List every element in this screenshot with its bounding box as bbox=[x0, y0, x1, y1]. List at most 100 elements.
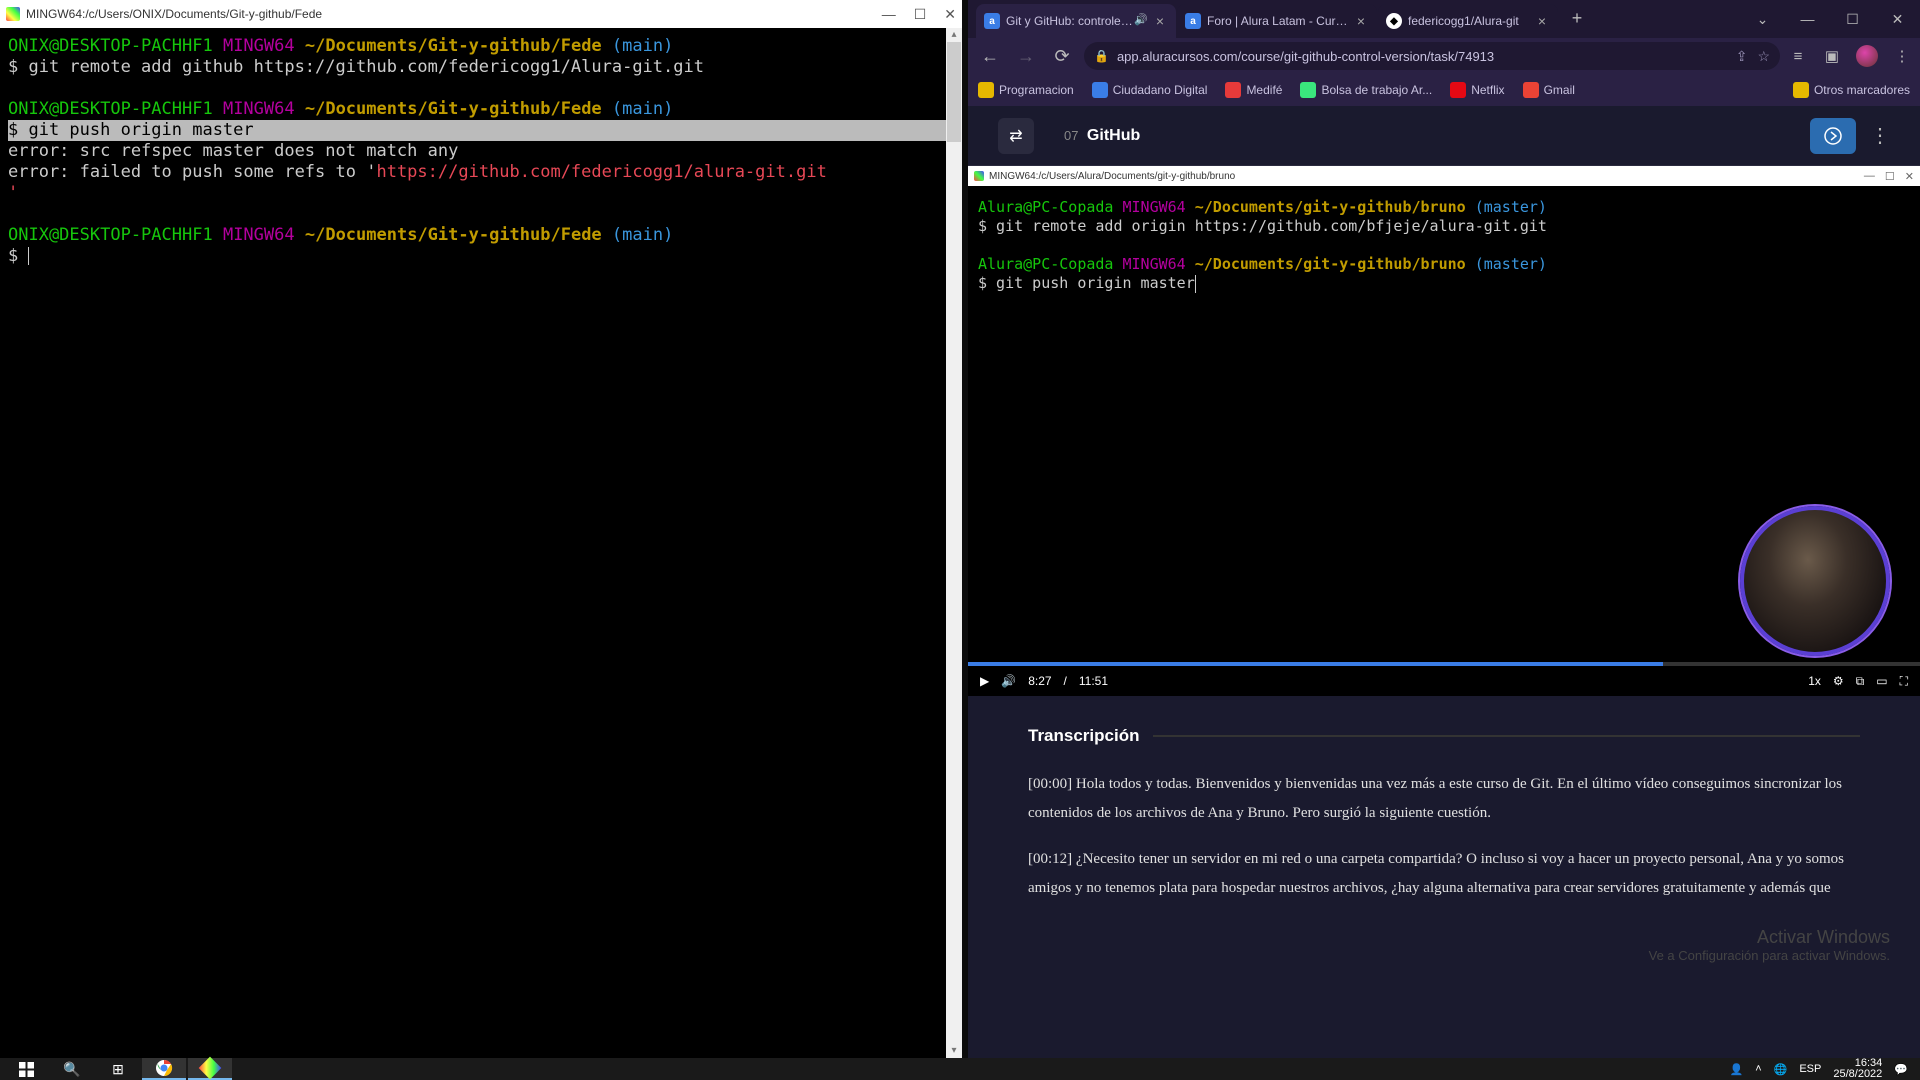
watermark-title: Activar Windows bbox=[1649, 927, 1890, 948]
course-menu-button[interactable]: ⇄ bbox=[998, 118, 1034, 154]
bookmark-label: Gmail bbox=[1544, 83, 1575, 97]
audio-icon[interactable]: 🔊 bbox=[1134, 13, 1150, 29]
site-icon bbox=[1523, 82, 1539, 98]
video-time-total: 11:51 bbox=[1079, 674, 1108, 688]
bookmark-otros[interactable]: Otros marcadores bbox=[1793, 82, 1910, 98]
watermark-subtitle: Ve a Configuración para activar Windows. bbox=[1649, 948, 1890, 963]
bookmark-label: Ciudadano Digital bbox=[1113, 83, 1208, 97]
bookmark-label: Medifé bbox=[1246, 83, 1282, 97]
heading-rule bbox=[1153, 735, 1860, 737]
close-icon[interactable]: ✕ bbox=[1875, 0, 1920, 38]
bookmark-medife[interactable]: Medifé bbox=[1225, 82, 1282, 98]
new-tab-button[interactable]: + bbox=[1563, 4, 1591, 32]
tab-title: Git y GitHub: controle y co bbox=[1006, 14, 1134, 28]
lock-icon[interactable]: 🔒 bbox=[1094, 49, 1109, 63]
bookmark-programacion[interactable]: Programacion bbox=[978, 82, 1074, 98]
language-indicator[interactable]: ESP bbox=[1799, 1063, 1821, 1075]
bookmark-bolsa[interactable]: Bolsa de trabajo Ar... bbox=[1300, 82, 1432, 98]
browser-menu-icon[interactable]: ⋮ bbox=[1892, 46, 1912, 66]
transcript-heading: Transcripción bbox=[1028, 726, 1139, 746]
cursor bbox=[28, 247, 29, 265]
tab-search-icon[interactable]: ⌄ bbox=[1740, 0, 1785, 38]
video-time-current: 8:27 bbox=[1028, 674, 1051, 688]
bookmark-netflix[interactable]: Netflix bbox=[1450, 82, 1504, 98]
clock-date: 25/8/2022 bbox=[1833, 1069, 1882, 1080]
close-icon: ✕ bbox=[1905, 170, 1914, 183]
tab-close-icon[interactable]: × bbox=[1152, 13, 1168, 29]
clock[interactable]: 16:34 25/8/2022 bbox=[1833, 1058, 1882, 1080]
prompt-path: ~/Documents/Git-y-github/Fede bbox=[305, 36, 602, 56]
video-terminal-titlebar: MINGW64:/c/Users/Alura/Documents/git-y-g… bbox=[968, 166, 1920, 186]
start-button[interactable] bbox=[4, 1058, 48, 1080]
bookmark-ciudadano[interactable]: Ciudadano Digital bbox=[1092, 82, 1208, 98]
pip-icon[interactable]: ⧉ bbox=[1856, 674, 1865, 689]
network-icon[interactable]: 🌐 bbox=[1774, 1063, 1788, 1076]
taskbar-right: 👤 ˄ 🌐 ESP 16:34 25/8/2022 💬 bbox=[1730, 1058, 1917, 1080]
minimize-icon[interactable]: — bbox=[1785, 0, 1830, 38]
favicon-alura: a bbox=[984, 13, 1000, 29]
bookmark-gmail[interactable]: Gmail bbox=[1523, 82, 1575, 98]
address-bar[interactable]: 🔒 app.aluracursos.com/course/git-github-… bbox=[1084, 42, 1780, 70]
prompt-sys: MINGW64 bbox=[223, 225, 295, 245]
scrollbar[interactable]: ▴ ▾ bbox=[946, 28, 962, 1058]
terminal-cmd: $ git push origin master bbox=[978, 274, 1195, 292]
forward-button[interactable]: → bbox=[1012, 42, 1040, 70]
video-progress-bar[interactable] bbox=[968, 662, 1920, 666]
notifications-icon[interactable]: 💬 bbox=[1894, 1063, 1908, 1076]
people-icon[interactable]: 👤 bbox=[1730, 1063, 1744, 1076]
next-lesson-button[interactable] bbox=[1810, 118, 1856, 154]
scrollbar-thumb[interactable] bbox=[947, 42, 961, 142]
site-icon bbox=[1225, 82, 1241, 98]
maximize-icon[interactable]: ☐ bbox=[1830, 0, 1875, 38]
settings-icon[interactable]: ⚙ bbox=[1833, 674, 1844, 688]
tab-close-icon[interactable]: × bbox=[1534, 13, 1550, 29]
taskbar-chrome[interactable] bbox=[142, 1058, 186, 1080]
back-button[interactable]: ← bbox=[976, 42, 1004, 70]
prompt-branch: (main) bbox=[612, 225, 673, 245]
tray-chevron-icon[interactable]: ˄ bbox=[1755, 1063, 1761, 1075]
left-terminal-body[interactable]: ONIX@DESKTOP-PACHHF1 MINGW64 ~/Documents… bbox=[0, 28, 962, 1058]
theater-icon[interactable]: ▭ bbox=[1876, 674, 1887, 688]
terminal-error: ' bbox=[8, 183, 954, 204]
left-terminal-titlebar[interactable]: MINGW64:/c/Users/ONIX/Documents/Git-y-gi… bbox=[0, 0, 962, 28]
tab-active[interactable]: a Git y GitHub: controle y co 🔊 × bbox=[976, 4, 1176, 38]
maximize-icon[interactable]: ☐ bbox=[914, 6, 927, 23]
tab[interactable]: a Foro | Alura Latam - Cursos on × bbox=[1177, 4, 1377, 38]
fullscreen-icon[interactable]: ⛶ bbox=[1900, 674, 1908, 689]
search-button[interactable]: 🔍 bbox=[50, 1058, 94, 1080]
reload-button[interactable]: ⟳ bbox=[1048, 42, 1076, 70]
task-view-button[interactable]: ⊞ bbox=[96, 1058, 140, 1080]
window-controls: — ☐ ✕ bbox=[882, 6, 956, 23]
minimize-icon: — bbox=[1864, 170, 1875, 183]
favicon-github: ◆ bbox=[1386, 13, 1402, 29]
site-icon bbox=[1092, 82, 1108, 98]
lesson-menu-icon[interactable]: ⋮ bbox=[1870, 123, 1890, 148]
video-player[interactable]: MINGW64:/c/Users/Alura/Documents/git-y-g… bbox=[968, 166, 1920, 696]
scroll-up-icon[interactable]: ▴ bbox=[946, 28, 962, 42]
scroll-down-icon[interactable]: ▾ bbox=[946, 1044, 962, 1058]
taskbar-git-bash[interactable] bbox=[188, 1058, 232, 1080]
reading-list-icon[interactable]: ≡ bbox=[1788, 46, 1808, 66]
minimize-icon[interactable]: — bbox=[882, 6, 896, 23]
prompt-path: ~/Documents/Git-y-github/Fede bbox=[305, 99, 602, 119]
star-icon[interactable]: ☆ bbox=[1757, 48, 1770, 65]
bookmarks-bar: Programacion Ciudadano Digital Medifé Bo… bbox=[968, 74, 1920, 106]
playback-speed[interactable]: 1x bbox=[1808, 674, 1821, 688]
toolbar-right: ≡ ▣ ⋮ bbox=[1788, 45, 1912, 67]
terminal-prompt: $ bbox=[8, 246, 28, 266]
play-button[interactable]: ▶ bbox=[980, 674, 989, 688]
taskbar: 🔍 ⊞ 👤 ˄ 🌐 ESP 16:34 25/8/2022 💬 bbox=[0, 1058, 1920, 1080]
share-icon[interactable]: ⇪ bbox=[1736, 48, 1748, 65]
prompt-sys: MINGW64 bbox=[1123, 198, 1186, 216]
terminal-cmd: $ git remote add origin https://github.c… bbox=[978, 217, 1910, 236]
tab-close-icon[interactable]: × bbox=[1353, 13, 1369, 29]
bookmark-label: Netflix bbox=[1471, 83, 1504, 97]
side-panel-icon[interactable]: ▣ bbox=[1822, 46, 1842, 66]
volume-icon[interactable]: 🔊 bbox=[1001, 674, 1016, 688]
profile-avatar[interactable] bbox=[1856, 45, 1878, 67]
tab[interactable]: ◆ federicogg1/Alura-git × bbox=[1378, 4, 1558, 38]
left-terminal-window: MINGW64:/c/Users/ONIX/Documents/Git-y-gi… bbox=[0, 0, 962, 1058]
tab-title: federicogg1/Alura-git bbox=[1408, 14, 1534, 28]
close-icon[interactable]: ✕ bbox=[944, 6, 956, 23]
transcript-heading-row: Transcripción bbox=[1028, 726, 1860, 746]
